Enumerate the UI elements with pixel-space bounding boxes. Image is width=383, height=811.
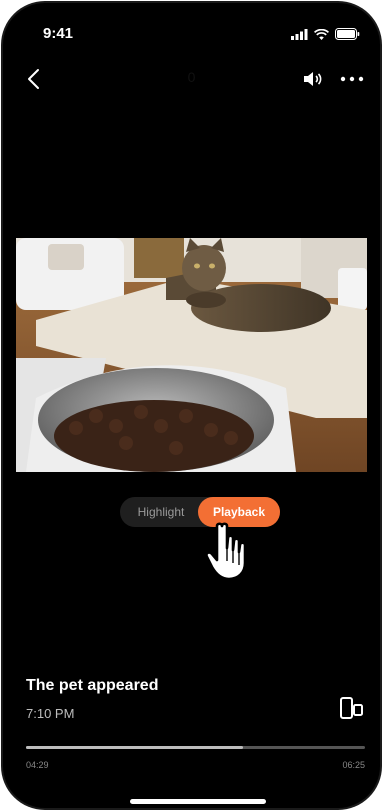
wifi-icon [314, 28, 329, 40]
phone-frame: 9:41 0 Highlight Playback The pet appear… [3, 3, 380, 808]
playback-progress-bar[interactable] [26, 746, 365, 749]
nav-bar: 0 [3, 61, 380, 97]
end-time: 06:25 [342, 760, 365, 770]
highlight-tab[interactable]: Highlight [122, 497, 200, 527]
progress-fill [26, 746, 243, 749]
battery-icon [335, 28, 360, 40]
event-title: The pet appeared [26, 677, 159, 694]
video-player[interactable] [16, 238, 367, 472]
speaker-icon[interactable] [301, 67, 325, 91]
device-rotate-icon[interactable] [339, 695, 365, 721]
signal-icon [291, 28, 308, 40]
start-time: 04:29 [26, 760, 49, 770]
page-title: 0 [187, 69, 196, 85]
hand-pointer-icon [205, 522, 247, 581]
back-button[interactable] [21, 65, 49, 93]
status-icons [291, 28, 360, 40]
home-indicator [130, 799, 266, 804]
event-time: 7:10 PM [26, 706, 75, 721]
status-bar: 9:41 [3, 25, 380, 45]
more-options-icon[interactable] [338, 67, 366, 91]
status-time: 9:41 [43, 25, 74, 42]
